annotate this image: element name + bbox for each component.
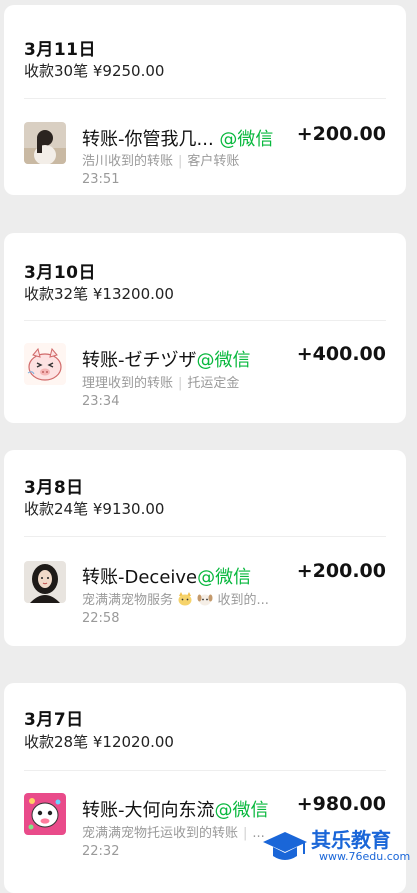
wechat-source: @微信 [196, 350, 251, 371]
transaction-title: 转账-大何向东流@微信 [82, 796, 269, 822]
receiver-note: 理理收到的转账 [82, 376, 174, 391]
receiver-note: 浩川收到的转账 [82, 154, 174, 169]
transaction-subtitle: 浩川收到的转账 | 客户转账 [82, 154, 240, 169]
receiver-note: 宠满满宠物托运收到的转账 [82, 826, 239, 841]
transaction-title: 转账-Deceive@微信 [82, 563, 251, 589]
transaction-amount: +400.00 [296, 343, 386, 365]
watermark-title: 其乐教育 [311, 828, 391, 852]
date-header: 3月10日 [24, 263, 96, 283]
wechat-source: @微信 [219, 129, 274, 150]
date-header: 3月7日 [24, 710, 84, 730]
day-card-0311: 3月11日 收款30笔 ¥9250.00 转账-你管我几... @微信 浩川收到… [4, 5, 406, 195]
divider [24, 320, 386, 321]
transaction-name: 转账-Deceive [82, 567, 198, 588]
transaction-name: 转账-ゼチヅザ [82, 350, 197, 371]
transaction-time: 23:34 [82, 394, 120, 409]
transfer-note: 托运定金 [187, 376, 240, 391]
cat-emoji-icon [177, 591, 193, 610]
day-summary: 收款24笔 ¥9130.00 [24, 500, 165, 518]
transaction-amount: +200.00 [296, 560, 386, 582]
transaction-time: 22:32 [82, 844, 120, 859]
divider [24, 98, 386, 99]
transaction-amount: +200.00 [296, 123, 386, 145]
transaction-title: 转账-你管我几... @微信 [82, 125, 273, 151]
transaction-subtitle: 宠满满宠物托运收到的转账 |... [82, 826, 265, 841]
dog-emoji-icon [197, 592, 213, 610]
transaction-time: 22:58 [82, 611, 120, 626]
day-card-0310: 3月10日 收款32笔 ¥13200.00 转账-ゼチヅザ@微信 理理收到的转账… [4, 233, 406, 423]
transaction-subtitle: 宠满满宠物服务 收到的... [82, 589, 269, 610]
date-header: 3月11日 [24, 40, 96, 60]
divider [24, 770, 386, 771]
transaction-amount: +980.00 [296, 793, 386, 815]
cartoon-character-avatar [24, 793, 66, 835]
transfer-note: 收到的... [217, 593, 269, 608]
receiver-note: 宠满满宠物服务 [82, 593, 174, 608]
transaction-name: 转账-你管我几... [82, 129, 214, 150]
watermark-url: www.76edu.com [319, 850, 411, 863]
transfer-note: 客户转账 [187, 154, 240, 169]
day-summary: 收款32笔 ¥13200.00 [24, 285, 174, 303]
day-summary: 收款30笔 ¥9250.00 [24, 62, 165, 80]
divider [24, 536, 386, 537]
woman-photo-avatar [24, 561, 66, 603]
transaction-name: 转账-大何向东流 [82, 800, 215, 821]
girl-photo-avatar [24, 122, 66, 164]
cartoon-pig-avatar [24, 343, 66, 385]
transaction-title: 转账-ゼチヅザ@微信 [82, 346, 251, 372]
wechat-source: @微信 [214, 800, 269, 821]
graduation-cap-icon [263, 832, 307, 860]
date-header: 3月8日 [24, 478, 84, 498]
day-card-0308: 3月8日 收款24笔 ¥9130.00 转账-Deceive@微信 宠满满宠物服… [4, 450, 406, 646]
site-watermark: 其乐教育 www.76edu.com [261, 820, 411, 876]
transaction-time: 23:51 [82, 172, 120, 187]
wechat-source: @微信 [197, 567, 252, 588]
day-summary: 收款28笔 ¥12020.00 [24, 733, 174, 751]
transaction-subtitle: 理理收到的转账 | 托运定金 [82, 376, 240, 391]
